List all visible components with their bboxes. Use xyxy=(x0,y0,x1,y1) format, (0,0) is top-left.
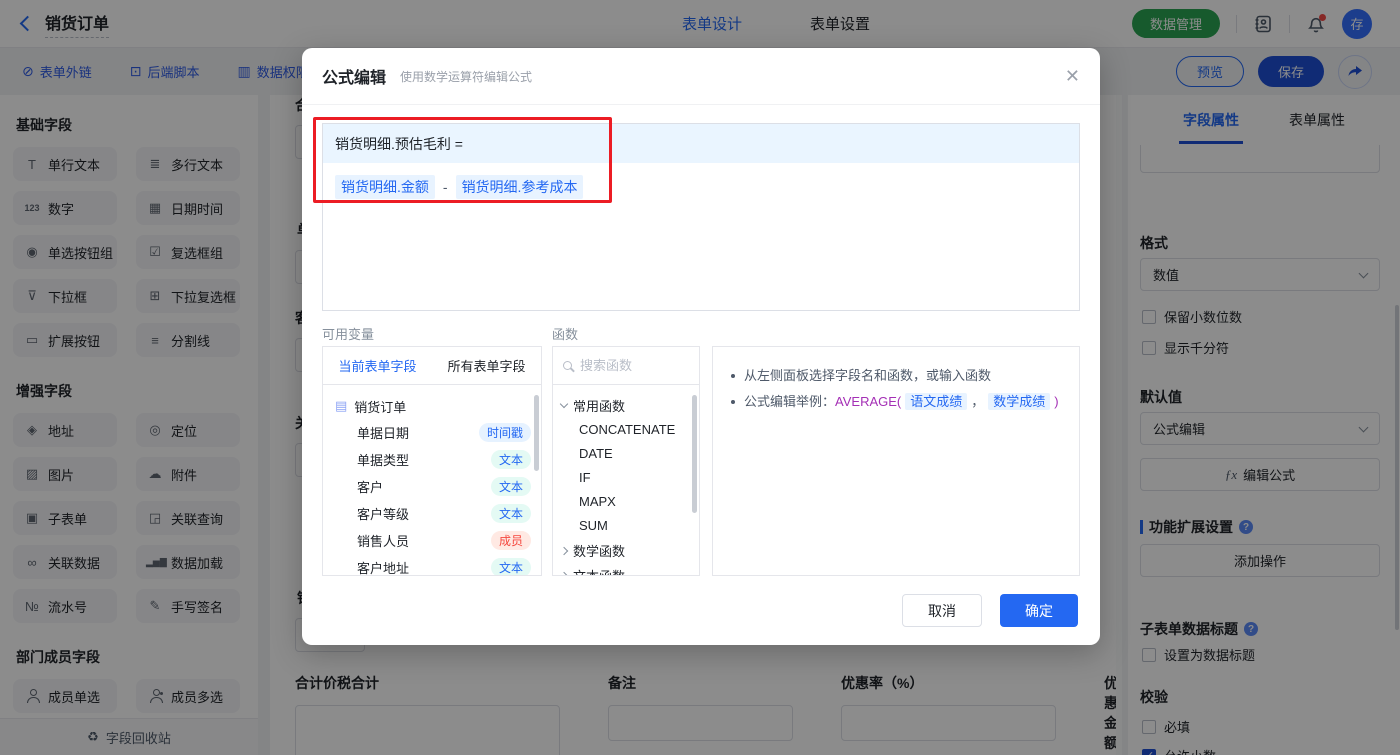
function-group-common[interactable]: 常用函数 xyxy=(559,393,693,418)
variables-panel: 当前表单字段所有表单字段 ▤ 销货订单 单据日期 时间戳 单据类型 文本 客户 xyxy=(322,346,542,576)
collapsed-function-groups: 数学函数 文本函数 xyxy=(559,538,693,575)
function-item[interactable]: IF xyxy=(561,466,693,490)
form-document-icon: ▤ xyxy=(335,398,348,413)
functions-label: 函数 xyxy=(552,327,579,342)
formula-field-chip[interactable]: 销货明细.参考成本 xyxy=(455,175,584,199)
field-type-badge: 文本 xyxy=(490,477,531,496)
variables-label: 可用变量 xyxy=(322,327,375,342)
variable-field-row[interactable]: 客户等级 文本 xyxy=(335,500,531,527)
function-search-input[interactable] xyxy=(580,358,680,373)
formula-editor-area[interactable]: 销货明细.预估毛利 = 销货明细.金额 - 销货明细.参考成本 xyxy=(322,123,1080,311)
cancel-button[interactable]: 取消 xyxy=(902,594,982,627)
field-type-badge: 时间戳 xyxy=(478,423,531,442)
function-search[interactable] xyxy=(553,347,699,385)
function-item[interactable]: CONCATENATE xyxy=(561,418,693,442)
variable-field-row[interactable]: 销售人员 成员 xyxy=(335,527,531,554)
formula-field-chip[interactable]: 销货明细.金额 xyxy=(335,175,435,199)
hint-line-2: 公式编辑举例：AVERAGE(语文成绩，数学成绩) xyxy=(744,393,1059,410)
functions-panel: 常用函数 CONCATENATEDATEIFMAPXSUM 数学函数 文本函数 xyxy=(552,346,700,576)
field-type-badge: 文本 xyxy=(490,450,531,469)
modal-subtitle: 使用数学运算符编辑公式 xyxy=(400,69,533,84)
variable-field-row[interactable]: 客户地址 文本 xyxy=(335,554,531,575)
hint-panel: 从左侧面板选择字段名和函数，或输入函数 公式编辑举例：AVERAGE(语文成绩，… xyxy=(712,346,1080,576)
close-icon[interactable]: ✕ xyxy=(1065,67,1080,85)
chevron-right-icon xyxy=(559,546,569,555)
function-item[interactable]: MAPX xyxy=(561,490,693,514)
field-type-badge: 文本 xyxy=(490,558,531,575)
variable-field-row[interactable]: 单据类型 文本 xyxy=(335,446,531,473)
example-field-chip: 数学成绩 xyxy=(988,393,1051,410)
confirm-button[interactable]: 确定 xyxy=(1000,594,1078,627)
formula-target: 销货明细.预估毛利 = xyxy=(323,124,1079,163)
example-function-name: AVERAGE( xyxy=(835,394,902,409)
chevron-right-icon xyxy=(559,571,569,575)
modal-title: 公式编辑 xyxy=(322,70,387,87)
chevron-down-icon xyxy=(559,399,569,409)
variables-tab[interactable]: 所有表单字段 xyxy=(447,356,525,375)
variable-field-row[interactable]: 客户 文本 xyxy=(335,473,531,500)
function-group[interactable]: 文本函数 xyxy=(559,563,693,575)
function-item[interactable]: SUM xyxy=(561,514,693,538)
variable-field-list: 单据日期 时间戳 单据类型 文本 客户 文本 客户等级 文本 销售人员 成员 客… xyxy=(335,419,531,575)
variables-scrollbar[interactable] xyxy=(534,395,539,471)
formula-editor-modal: 公式编辑 使用数学运算符编辑公式 ✕ 销货明细.预估毛利 = 销货明细.金额 -… xyxy=(302,48,1100,645)
function-item[interactable]: DATE xyxy=(561,442,693,466)
function-list: CONCATENATE DATE IF MAPX SUM xyxy=(561,418,693,538)
app-window: 销货订单 表单设计 表单设置 数据管理 存 ⊘ 表单外链 ⊡ 后端脚本 ▥ 数据… xyxy=(0,0,1400,755)
variables-tab[interactable]: 当前表单字段 xyxy=(338,356,416,375)
function-group[interactable]: 数学函数 xyxy=(559,538,693,563)
example-field-chip: 语文成绩 xyxy=(905,393,968,410)
form-tree-root[interactable]: ▤ 销货订单 xyxy=(335,393,531,419)
field-type-badge: 文本 xyxy=(490,504,531,523)
functions-scrollbar[interactable] xyxy=(692,395,697,513)
search-icon xyxy=(563,361,572,370)
hint-line-1: 从左侧面板选择字段名和函数，或输入函数 xyxy=(744,368,992,383)
field-type-badge: 成员 xyxy=(490,531,531,550)
formula-operator: - xyxy=(442,179,448,195)
variable-field-row[interactable]: 单据日期 时间戳 xyxy=(335,419,531,446)
variables-tabs: 当前表单字段 所有表单字段 xyxy=(323,347,541,385)
